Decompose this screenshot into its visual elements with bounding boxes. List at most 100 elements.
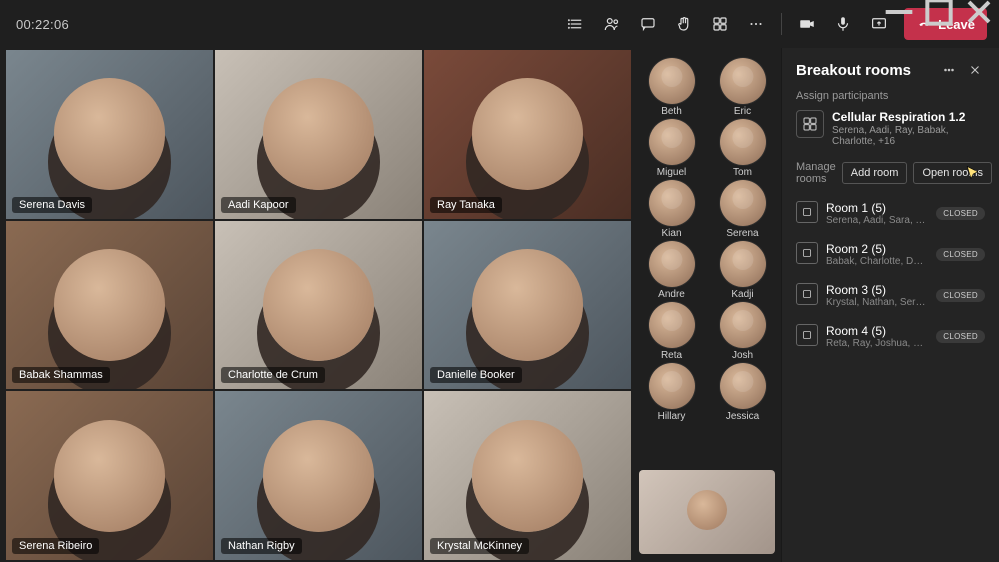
participant-name: Josh bbox=[732, 350, 753, 361]
avatar bbox=[649, 180, 695, 226]
participant-name: Jessica bbox=[726, 411, 759, 422]
room-subtitle: Krystal, Nathan, Serena, Andre… bbox=[826, 297, 928, 308]
avatar bbox=[649, 302, 695, 348]
participant-thumbnail[interactable]: Tom bbox=[710, 119, 775, 178]
open-rooms-button[interactable]: Open rooms bbox=[913, 162, 992, 184]
more-actions-icon[interactable] bbox=[739, 7, 773, 41]
video-tile-label: Charlotte de Crum bbox=[221, 367, 325, 383]
room-status-badge: CLOSED bbox=[936, 248, 985, 261]
participant-thumbnail[interactable]: Josh bbox=[710, 302, 775, 361]
participant-thumbnail[interactable]: Reta bbox=[639, 302, 704, 361]
avatar bbox=[649, 363, 695, 409]
toolbar-divider bbox=[781, 13, 782, 35]
participant-thumbnail[interactable]: Hillary bbox=[639, 363, 704, 422]
participant-name: Beth bbox=[661, 106, 682, 117]
raise-hand-icon[interactable] bbox=[667, 7, 701, 41]
video-tile-label: Babak Shammas bbox=[12, 367, 110, 383]
participant-thumbnail[interactable]: Serena bbox=[710, 180, 775, 239]
meeting-timer: 00:22:06 bbox=[16, 17, 69, 32]
room-icon bbox=[796, 242, 818, 264]
participant-thumbnail-column: Beth Eric Miguel Tom Kian Serena Andre K… bbox=[633, 48, 781, 562]
video-tile[interactable]: Serena Davis bbox=[6, 50, 213, 219]
participant-name: Kian bbox=[661, 228, 681, 239]
meeting-subtitle: Serena, Aadi, Ray, Babak, Charlotte, +16 bbox=[832, 125, 985, 147]
breakout-rooms-panel: Breakout rooms Assign participants Cellu… bbox=[781, 48, 999, 562]
video-tile[interactable]: Krystal McKinney bbox=[424, 391, 631, 560]
video-tile-label: Nathan Rigby bbox=[221, 538, 302, 554]
room-title: Room 3 (5) bbox=[826, 283, 928, 297]
assign-participants-label: Assign participants bbox=[796, 90, 985, 102]
video-tile[interactable]: Charlotte de Crum bbox=[215, 221, 422, 390]
panel-close-icon[interactable] bbox=[965, 60, 985, 80]
participant-name: Eric bbox=[734, 106, 751, 117]
breakout-rooms-icon[interactable] bbox=[703, 7, 737, 41]
participant-name: Hillary bbox=[658, 411, 686, 422]
participant-name: Serena bbox=[726, 228, 758, 239]
meeting-toolbar: 00:22:06 Leave bbox=[0, 0, 999, 48]
room-item[interactable]: Room 4 (5)Reta, Ray, Joshua, Darren, Hil… bbox=[796, 320, 985, 355]
video-tile[interactable]: Nathan Rigby bbox=[215, 391, 422, 560]
participant-thumbnail[interactable]: Andre bbox=[639, 241, 704, 300]
people-icon[interactable] bbox=[595, 7, 629, 41]
participant-thumbnail[interactable]: Beth bbox=[639, 58, 704, 117]
participant-thumbnail[interactable]: Eric bbox=[710, 58, 775, 117]
room-icon bbox=[796, 201, 818, 223]
avatar bbox=[649, 119, 695, 165]
video-tile-label: Krystal McKinney bbox=[430, 538, 529, 554]
window-controls bbox=[879, 0, 999, 24]
avatar bbox=[720, 119, 766, 165]
participant-thumbnail[interactable]: Jessica bbox=[710, 363, 775, 422]
window-close-button[interactable] bbox=[959, 0, 999, 24]
room-item[interactable]: Room 2 (5)Babak, Charlotte, Danielle, Mi… bbox=[796, 238, 985, 273]
window-minimize-button[interactable] bbox=[879, 0, 919, 24]
participant-name: Kadji bbox=[731, 289, 753, 300]
video-tile[interactable]: Babak Shammas bbox=[6, 221, 213, 390]
microphone-icon[interactable] bbox=[826, 7, 860, 41]
meeting-icon bbox=[796, 110, 824, 138]
avatar bbox=[649, 58, 695, 104]
participant-name: Miguel bbox=[657, 167, 686, 178]
meeting-title: Cellular Respiration 1.2 bbox=[832, 110, 985, 124]
self-preview[interactable] bbox=[639, 470, 775, 554]
room-status-badge: CLOSED bbox=[936, 289, 985, 302]
participant-thumbnail[interactable]: Miguel bbox=[639, 119, 704, 178]
meeting-summary[interactable]: Cellular Respiration 1.2 Serena, Aadi, R… bbox=[796, 110, 985, 147]
avatar bbox=[720, 302, 766, 348]
add-room-button[interactable]: Add room bbox=[842, 162, 908, 184]
room-item[interactable]: Room 1 (5)Serena, Aadi, Sara, Tom, Eric … bbox=[796, 197, 985, 232]
room-subtitle: Babak, Charlotte, Danielle, Mig… bbox=[826, 256, 928, 267]
avatar bbox=[720, 241, 766, 287]
video-tile[interactable]: Serena Ribeiro bbox=[6, 391, 213, 560]
video-tile-label: Serena Ribeiro bbox=[12, 538, 99, 554]
manage-rooms-label: Manage rooms bbox=[796, 161, 836, 185]
panel-more-icon[interactable] bbox=[939, 60, 959, 80]
video-tile-label: Danielle Booker bbox=[430, 367, 522, 383]
video-tile[interactable]: Danielle Booker bbox=[424, 221, 631, 390]
avatar bbox=[720, 180, 766, 226]
participant-thumbnail[interactable]: Kian bbox=[639, 180, 704, 239]
window-maximize-button[interactable] bbox=[919, 0, 959, 24]
video-tile[interactable]: Aadi Kapoor bbox=[215, 50, 422, 219]
video-tile[interactable]: Ray Tanaka bbox=[424, 50, 631, 219]
room-status-badge: CLOSED bbox=[936, 207, 985, 220]
room-item[interactable]: Room 3 (5)Krystal, Nathan, Serena, Andre… bbox=[796, 279, 985, 314]
room-icon bbox=[796, 283, 818, 305]
room-subtitle: Serena, Aadi, Sara, Tom, Eric bbox=[826, 215, 928, 226]
video-tile-label: Serena Davis bbox=[12, 197, 92, 213]
camera-icon[interactable] bbox=[790, 7, 824, 41]
room-title: Room 4 (5) bbox=[826, 324, 928, 338]
participant-name: Reta bbox=[661, 350, 682, 361]
room-subtitle: Reta, Ray, Joshua, Darren, Hilla… bbox=[826, 338, 928, 349]
room-status-badge: CLOSED bbox=[936, 330, 985, 343]
avatar bbox=[720, 363, 766, 409]
chat-icon[interactable] bbox=[631, 7, 665, 41]
avatar bbox=[649, 241, 695, 287]
room-title: Room 2 (5) bbox=[826, 242, 928, 256]
room-list: Room 1 (5)Serena, Aadi, Sara, Tom, Eric … bbox=[796, 197, 985, 355]
participant-name: Tom bbox=[733, 167, 752, 178]
participant-thumbnail[interactable]: Kadji bbox=[710, 241, 775, 300]
participants-list-icon[interactable] bbox=[559, 7, 593, 41]
video-tile-label: Aadi Kapoor bbox=[221, 197, 296, 213]
room-icon bbox=[796, 324, 818, 346]
room-title: Room 1 (5) bbox=[826, 201, 928, 215]
